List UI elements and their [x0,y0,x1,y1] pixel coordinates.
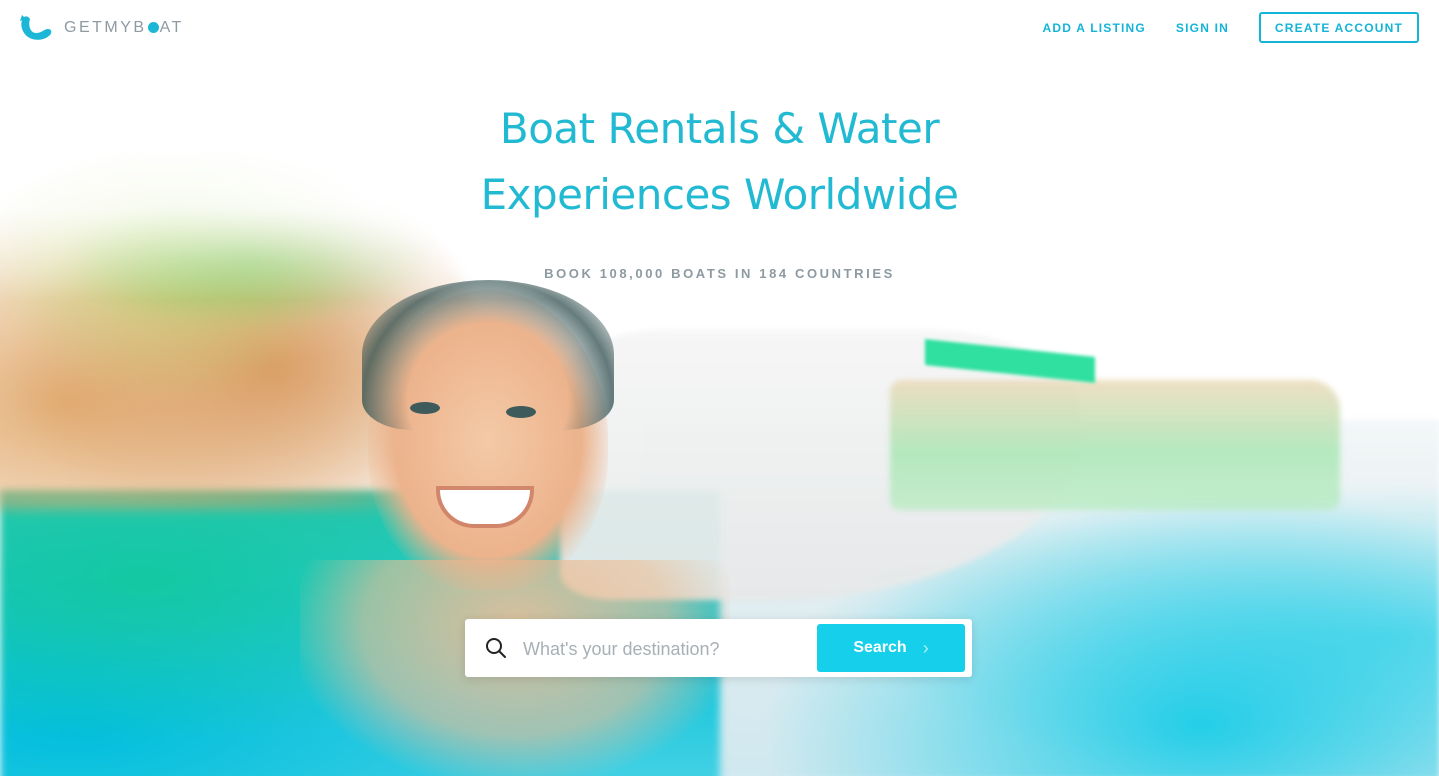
brand-wordmark: GETMYB AT [64,19,184,37]
add-listing-link[interactable]: ADD A LISTING [1043,21,1146,35]
brand-wordmark-part2: AT [159,19,184,36]
hero-subtitle: BOOK 108,000 BOATS IN 184 COUNTRIES [544,266,895,281]
home-page: GETMYB AT ADD A LISTING SIGN IN CREATE AC… [0,0,1439,776]
swimmer-eye-right [506,406,536,418]
search-icon [486,638,506,658]
swimmer-eye-left [410,402,440,414]
nav-links: ADD A LISTING SIGN IN CREATE ACCOUNT [1013,12,1419,43]
brand-wordmark-dot [147,22,159,33]
create-account-button[interactable]: CREATE ACCOUNT [1259,12,1419,43]
whale-logo-icon [20,15,52,40]
search-button-label: Search [853,639,907,656]
brand-wordmark-part1: GETMYB [64,19,147,36]
distant-boat [890,380,1340,510]
search-button[interactable]: Search › [817,624,965,672]
hero-title-line1: Boat Rentals & Water [499,104,940,153]
destination-search-input[interactable] [521,631,815,667]
hero-title: Boat Rentals & Water Experiences Worldwid… [0,96,1439,228]
hero-title-line2: Experiences Worldwide [480,170,959,219]
destination-search-form: Search › [465,619,972,677]
chevron-right-icon: › [922,637,929,658]
top-nav: GETMYB AT ADD A LISTING SIGN IN CREATE AC… [0,0,1439,56]
sign-in-link[interactable]: SIGN IN [1176,21,1229,35]
brand-logo-link[interactable]: GETMYB AT [18,12,184,44]
swimmer-hair [362,280,614,430]
